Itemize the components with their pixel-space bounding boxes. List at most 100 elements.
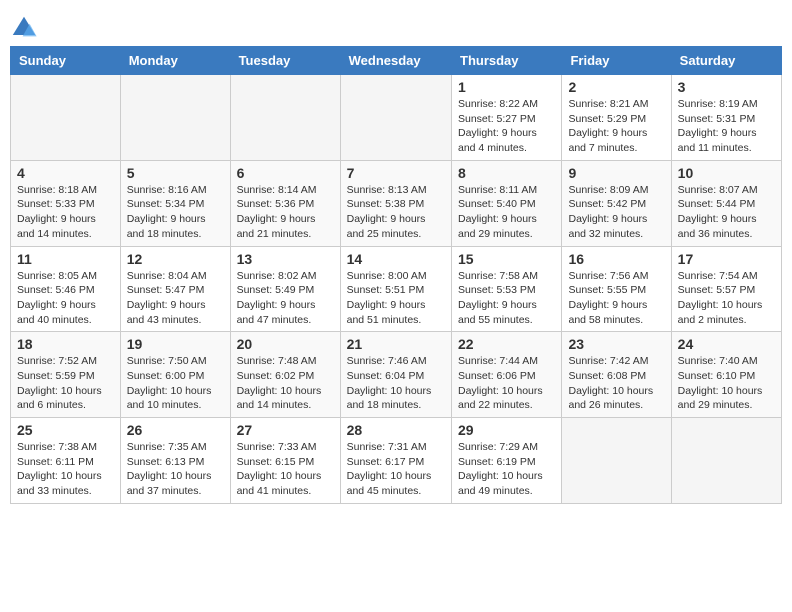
calendar-cell: 23 Sunrise: 7:42 AM Sunset: 6:08 PM Dayli…	[562, 332, 671, 418]
calendar-cell: 29 Sunrise: 7:29 AM Sunset: 6:19 PM Dayli…	[452, 418, 562, 504]
day-number: 4	[17, 165, 114, 181]
day-info: Sunrise: 7:58 AM Sunset: 5:53 PM Dayligh…	[458, 269, 555, 328]
calendar-cell: 27Sunrise: 7:33 AM Sunset: 6:15 PM Dayli…	[230, 418, 340, 504]
day-number: 22	[458, 336, 555, 352]
calendar-cell: 18 Sunrise: 7:52 AM Sunset: 5:59 PM Dayli…	[11, 332, 121, 418]
weekday-header: Monday	[120, 47, 230, 75]
calendar-cell	[11, 75, 121, 161]
calendar-cell	[230, 75, 340, 161]
day-info: Sunrise: 8:18 AM Sunset: 5:33 PM Dayligh…	[17, 183, 114, 242]
day-number: 16	[568, 251, 664, 267]
day-info: Sunrise: 8:16 AM Sunset: 5:34 PM Dayligh…	[127, 183, 224, 242]
header	[10, 10, 782, 42]
day-info: Sunrise: 8:11 AM Sunset: 5:40 PM Dayligh…	[458, 183, 555, 242]
day-info: Sunrise: 7:50 AM Sunset: 6:00 PM Dayligh…	[127, 354, 224, 413]
calendar-cell: 25 Sunrise: 7:38 AM Sunset: 6:11 PM Dayli…	[11, 418, 121, 504]
calendar-cell: 7 Sunrise: 8:13 AM Sunset: 5:38 PM Daylig…	[340, 160, 451, 246]
calendar-week-row: 1 Sunrise: 8:22 AM Sunset: 5:27 PM Daylig…	[11, 75, 782, 161]
calendar-cell: 9Sunrise: 8:09 AM Sunset: 5:42 PM Daylig…	[562, 160, 671, 246]
calendar-cell: 26 Sunrise: 7:35 AM Sunset: 6:13 PM Dayli…	[120, 418, 230, 504]
calendar-cell: 1 Sunrise: 8:22 AM Sunset: 5:27 PM Daylig…	[452, 75, 562, 161]
day-info: Sunrise: 7:40 AM Sunset: 6:10 PM Dayligh…	[678, 354, 775, 413]
day-number: 28	[347, 422, 445, 438]
day-info: Sunrise: 8:02 AM Sunset: 5:49 PM Dayligh…	[237, 269, 334, 328]
day-number: 18	[17, 336, 114, 352]
day-info: Sunrise: 8:00 AM Sunset: 5:51 PM Dayligh…	[347, 269, 445, 328]
day-info: Sunrise: 7:33 AM Sunset: 6:15 PM Dayligh…	[237, 440, 334, 499]
calendar-cell: 12 Sunrise: 8:04 AM Sunset: 5:47 PM Dayli…	[120, 246, 230, 332]
calendar-cell	[671, 418, 781, 504]
day-number: 2	[568, 79, 664, 95]
weekday-header: Wednesday	[340, 47, 451, 75]
calendar-cell: 3Sunrise: 8:19 AM Sunset: 5:31 PM Daylig…	[671, 75, 781, 161]
calendar-cell: 13 Sunrise: 8:02 AM Sunset: 5:49 PM Dayli…	[230, 246, 340, 332]
calendar-week-row: 4 Sunrise: 8:18 AM Sunset: 5:33 PM Daylig…	[11, 160, 782, 246]
calendar-cell	[340, 75, 451, 161]
logo	[10, 14, 40, 42]
day-info: Sunrise: 8:14 AM Sunset: 5:36 PM Dayligh…	[237, 183, 334, 242]
weekday-header: Sunday	[11, 47, 121, 75]
calendar-cell: 11 Sunrise: 8:05 AM Sunset: 5:46 PM Dayli…	[11, 246, 121, 332]
day-info: Sunrise: 8:05 AM Sunset: 5:46 PM Dayligh…	[17, 269, 114, 328]
weekday-header-row: SundayMondayTuesdayWednesdayThursdayFrid…	[11, 47, 782, 75]
calendar-cell: 24 Sunrise: 7:40 AM Sunset: 6:10 PM Dayli…	[671, 332, 781, 418]
day-number: 7	[347, 165, 445, 181]
day-info: Sunrise: 7:46 AM Sunset: 6:04 PM Dayligh…	[347, 354, 445, 413]
calendar-cell: 15 Sunrise: 7:58 AM Sunset: 5:53 PM Dayli…	[452, 246, 562, 332]
day-number: 24	[678, 336, 775, 352]
calendar-cell: 19 Sunrise: 7:50 AM Sunset: 6:00 PM Dayli…	[120, 332, 230, 418]
calendar-cell	[562, 418, 671, 504]
day-number: 19	[127, 336, 224, 352]
day-info: Sunrise: 7:56 AM Sunset: 5:55 PM Dayligh…	[568, 269, 664, 328]
day-info: Sunrise: 8:19 AM Sunset: 5:31 PM Dayligh…	[678, 97, 775, 156]
weekday-header: Saturday	[671, 47, 781, 75]
day-info: Sunrise: 8:04 AM Sunset: 5:47 PM Dayligh…	[127, 269, 224, 328]
day-number: 15	[458, 251, 555, 267]
day-number: 21	[347, 336, 445, 352]
day-number: 13	[237, 251, 334, 267]
day-info: Sunrise: 7:42 AM Sunset: 6:08 PM Dayligh…	[568, 354, 664, 413]
day-number: 29	[458, 422, 555, 438]
day-info: Sunrise: 8:22 AM Sunset: 5:27 PM Dayligh…	[458, 97, 555, 156]
day-info: Sunrise: 8:13 AM Sunset: 5:38 PM Dayligh…	[347, 183, 445, 242]
calendar-week-row: 11 Sunrise: 8:05 AM Sunset: 5:46 PM Dayli…	[11, 246, 782, 332]
day-number: 17	[678, 251, 775, 267]
calendar-cell: 28 Sunrise: 7:31 AM Sunset: 6:17 PM Dayli…	[340, 418, 451, 504]
calendar-cell: 6 Sunrise: 8:14 AM Sunset: 5:36 PM Daylig…	[230, 160, 340, 246]
day-info: Sunrise: 7:31 AM Sunset: 6:17 PM Dayligh…	[347, 440, 445, 499]
calendar-table: SundayMondayTuesdayWednesdayThursdayFrid…	[10, 46, 782, 504]
day-number: 20	[237, 336, 334, 352]
day-info: Sunrise: 8:07 AM Sunset: 5:44 PM Dayligh…	[678, 183, 775, 242]
day-number: 25	[17, 422, 114, 438]
weekday-header: Thursday	[452, 47, 562, 75]
calendar-cell: 21 Sunrise: 7:46 AM Sunset: 6:04 PM Dayli…	[340, 332, 451, 418]
weekday-header: Tuesday	[230, 47, 340, 75]
day-info: Sunrise: 7:44 AM Sunset: 6:06 PM Dayligh…	[458, 354, 555, 413]
day-number: 23	[568, 336, 664, 352]
day-info: Sunrise: 7:48 AM Sunset: 6:02 PM Dayligh…	[237, 354, 334, 413]
calendar-cell: 14 Sunrise: 8:00 AM Sunset: 5:51 PM Dayli…	[340, 246, 451, 332]
day-number: 12	[127, 251, 224, 267]
logo-icon	[10, 14, 38, 42]
calendar-cell: 8 Sunrise: 8:11 AM Sunset: 5:40 PM Daylig…	[452, 160, 562, 246]
day-info: Sunrise: 7:35 AM Sunset: 6:13 PM Dayligh…	[127, 440, 224, 499]
day-info: Sunrise: 7:54 AM Sunset: 5:57 PM Dayligh…	[678, 269, 775, 328]
calendar-cell: 16 Sunrise: 7:56 AM Sunset: 5:55 PM Dayli…	[562, 246, 671, 332]
calendar-week-row: 18 Sunrise: 7:52 AM Sunset: 5:59 PM Dayli…	[11, 332, 782, 418]
day-info: Sunrise: 7:52 AM Sunset: 5:59 PM Dayligh…	[17, 354, 114, 413]
day-number: 1	[458, 79, 555, 95]
calendar-cell	[120, 75, 230, 161]
day-number: 14	[347, 251, 445, 267]
day-info: Sunrise: 8:21 AM Sunset: 5:29 PM Dayligh…	[568, 97, 664, 156]
day-number: 8	[458, 165, 555, 181]
day-number: 26	[127, 422, 224, 438]
day-info: Sunrise: 7:29 AM Sunset: 6:19 PM Dayligh…	[458, 440, 555, 499]
calendar-cell: 22 Sunrise: 7:44 AM Sunset: 6:06 PM Dayli…	[452, 332, 562, 418]
day-number: 11	[17, 251, 114, 267]
calendar-cell: 4 Sunrise: 8:18 AM Sunset: 5:33 PM Daylig…	[11, 160, 121, 246]
calendar-cell: 20 Sunrise: 7:48 AM Sunset: 6:02 PM Dayli…	[230, 332, 340, 418]
calendar-cell: 17 Sunrise: 7:54 AM Sunset: 5:57 PM Dayli…	[671, 246, 781, 332]
day-info: Sunrise: 7:38 AM Sunset: 6:11 PM Dayligh…	[17, 440, 114, 499]
day-number: 10	[678, 165, 775, 181]
day-number: 6	[237, 165, 334, 181]
